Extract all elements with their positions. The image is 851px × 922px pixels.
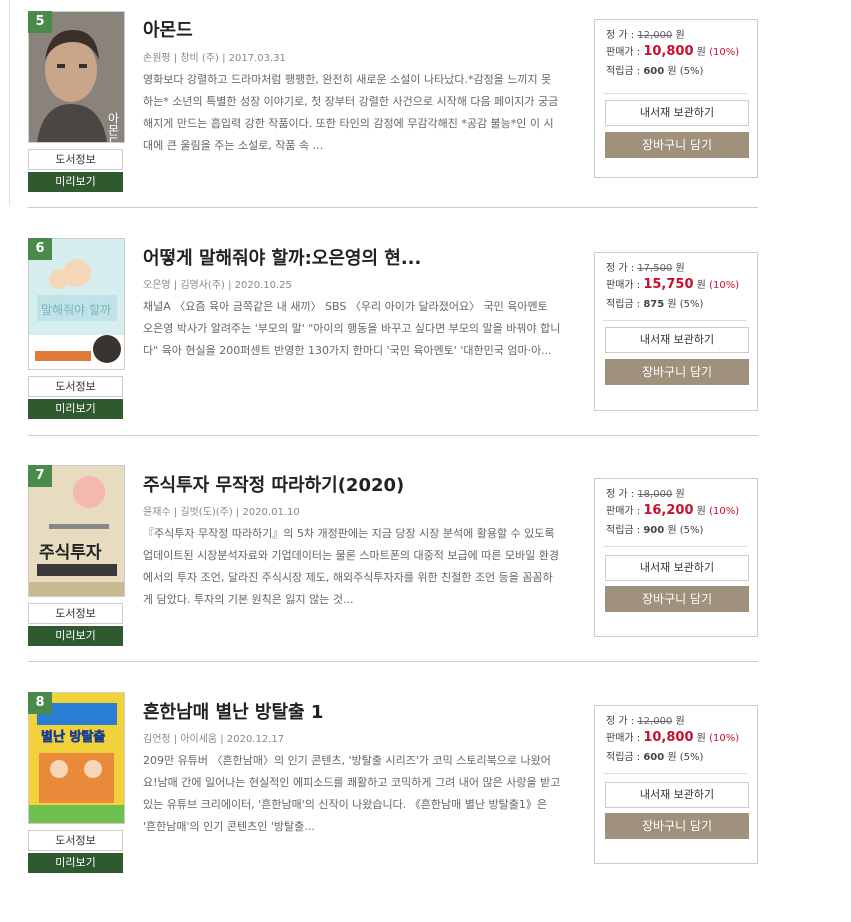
item-separator — [28, 435, 758, 436]
points: 적립금 : 875 원 (5%) — [606, 299, 704, 310]
sale-price: 판매가 : 16,200 원 (10%) — [606, 503, 740, 518]
list-price: 정 가 : 18,000 원 — [606, 489, 685, 500]
list-price: 정 가 : 12,000 원 — [606, 30, 685, 41]
price-divider — [603, 320, 747, 321]
add-to-cart-button[interactable]: 장바구니 담기 — [605, 132, 749, 158]
rank-badge: 8 — [28, 692, 52, 714]
preview-button[interactable]: 미리보기 — [28, 399, 123, 419]
add-to-shelf-button[interactable]: 내서재 보관하기 — [605, 327, 749, 353]
sale-price: 판매가 : 15,750 원 (10%) — [606, 277, 740, 292]
book-info-button[interactable]: 도서정보 — [28, 149, 123, 170]
book-description: 209만 유튜버 〈흔한남매〉의 인기 콘텐츠, '방탈출 시리즈'가 코믹 스… — [143, 754, 561, 833]
price-box: 정 가 : 17,500 원 판매가 : 15,750 원 (10%) 적립금 … — [594, 252, 758, 411]
book-meta: 김언정 | 아이세움 | 2020.12.17 — [143, 734, 285, 745]
book-meta: 윤재수 | 길벗(도)(주) | 2020.01.10 — [143, 507, 300, 518]
sale-price: 판매가 : 10,800 원 (10%) — [606, 730, 740, 745]
points: 적립금 : 600 원 (5%) — [606, 66, 704, 77]
book-meta: 손원평 | 창비 (주) | 2017.03.31 — [143, 53, 286, 64]
preview-button[interactable]: 미리보기 — [28, 172, 123, 192]
add-to-cart-button[interactable]: 장바구니 담기 — [605, 813, 749, 839]
add-to-shelf-button[interactable]: 내서재 보관하기 — [605, 782, 749, 808]
book-info-button[interactable]: 도서정보 — [28, 603, 123, 624]
list-price: 정 가 : 17,500 원 — [606, 263, 685, 274]
book-title[interactable]: 주식투자 무작정 따라하기(2020) — [143, 471, 404, 497]
price-box: 정 가 : 12,000 원 판매가 : 10,800 원 (10%) 적립금 … — [594, 705, 758, 864]
item-separator — [28, 661, 758, 662]
list-price: 정 가 : 12,000 원 — [606, 716, 685, 727]
cover-title-text: 아몬드 — [106, 112, 120, 142]
rank-badge: 7 — [28, 465, 52, 487]
book-info-button[interactable]: 도서정보 — [28, 376, 123, 397]
book-meta: 오은영 | 김영사(주) | 2020.10.25 — [143, 280, 292, 291]
item-separator — [28, 207, 758, 208]
add-to-cart-button[interactable]: 장바구니 담기 — [605, 359, 749, 385]
price-box: 정 가 : 12,000 원 판매가 : 10,800 원 (10%) 적립금 … — [594, 19, 758, 178]
add-to-shelf-button[interactable]: 내서재 보관하기 — [605, 555, 749, 581]
points: 적립금 : 900 원 (5%) — [606, 525, 704, 536]
price-box: 정 가 : 18,000 원 판매가 : 16,200 원 (10%) 적립금 … — [594, 478, 758, 637]
book-item: 별난 방탈출 8 도서정보 미리보기 흔한남매 별난 방탈출 1 김언정 | 아… — [28, 692, 758, 922]
book-title[interactable]: 어떻게 말해줘야 할까:오은영의 현... — [143, 244, 421, 270]
add-to-shelf-button[interactable]: 내서재 보관하기 — [605, 100, 749, 126]
cover-title-text: 주식투자 — [39, 543, 102, 563]
book-item: 말해줘야 할까 6 도서정보 미리보기 어떻게 말해줘야 할까:오은영의 현..… — [28, 238, 758, 468]
price-divider — [603, 93, 747, 94]
preview-button[interactable]: 미리보기 — [28, 853, 123, 873]
cover-title-text: 말해줘야 할까 — [41, 303, 111, 317]
rank-badge: 6 — [28, 238, 52, 260]
points: 적립금 : 600 원 (5%) — [606, 752, 704, 763]
price-divider — [603, 773, 747, 774]
preview-button[interactable]: 미리보기 — [28, 626, 123, 646]
book-info-button[interactable]: 도서정보 — [28, 830, 123, 851]
add-to-cart-button[interactable]: 장바구니 담기 — [605, 586, 749, 612]
price-divider — [603, 546, 747, 547]
book-title[interactable]: 아몬드 — [143, 16, 193, 42]
cover-title-text: 별난 방탈출 — [41, 729, 105, 745]
book-description: 채널A 〈요즘 육아 금쪽같은 내 새끼〉 SBS 〈우리 아이가 달라졌어요〉… — [143, 300, 561, 357]
book-description: 영화보다 강렬하고 드라마처럼 팽팽한, 완전히 새로운 소설이 나타났다.*감… — [143, 73, 559, 152]
book-description: 『주식투자 무작정 따라하기』의 5차 개정판에는 지금 당장 시장 분석에 활… — [143, 527, 560, 606]
sale-price: 판매가 : 10,800 원 (10%) — [606, 44, 740, 59]
rank-badge: 5 — [28, 11, 52, 33]
left-panel-edge — [0, 0, 10, 205]
book-title[interactable]: 흔한남매 별난 방탈출 1 — [143, 698, 323, 724]
